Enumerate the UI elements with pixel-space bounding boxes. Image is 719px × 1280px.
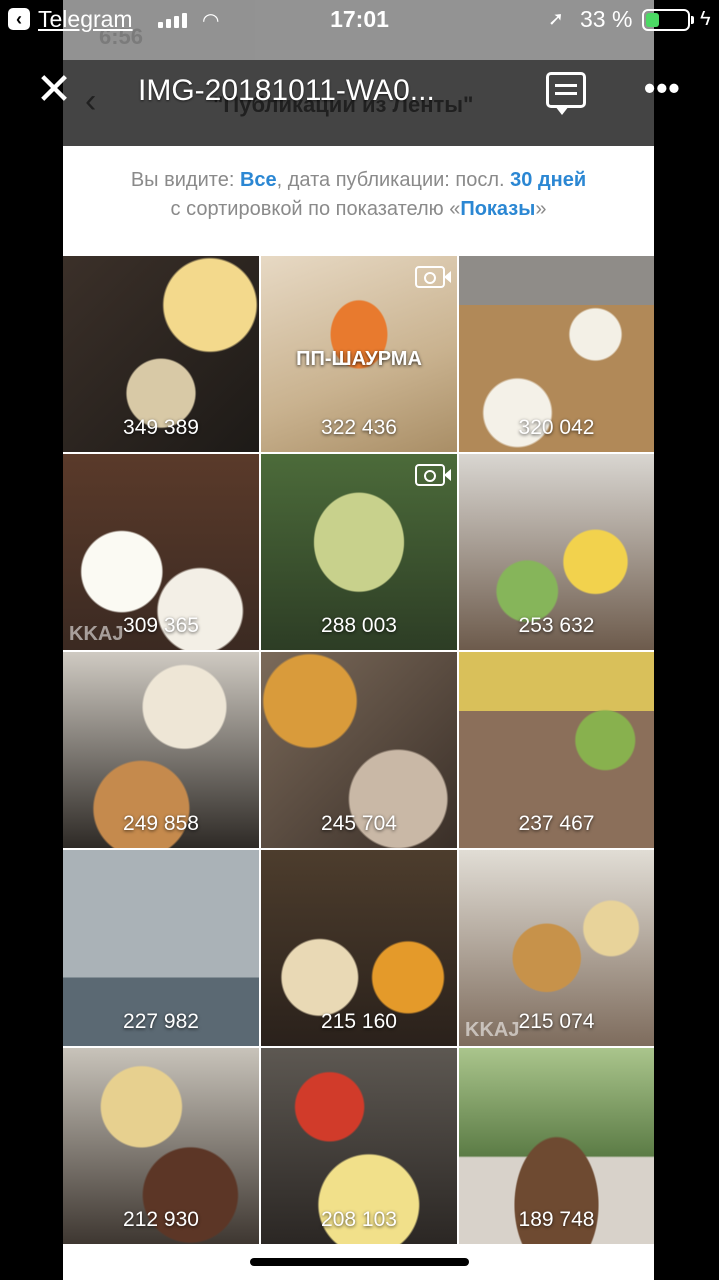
post-impressions: 215 160	[321, 1010, 397, 1033]
post-impressions: 288 003	[321, 614, 397, 637]
filter-info-line2: с сортировкой по показателю «Показы»	[63, 195, 654, 224]
post-impressions: 215 074	[518, 1010, 595, 1033]
post-tile: 237 467	[459, 652, 654, 848]
post-tile: 227 982	[63, 850, 259, 1046]
more-icon[interactable]: •••	[644, 70, 681, 107]
post-impressions: 212 930	[123, 1208, 199, 1231]
post-impressions: 227 982	[123, 1010, 199, 1033]
post-tile: 245 704	[261, 652, 457, 848]
post-impressions: 349 389	[123, 416, 199, 439]
post-overlay-text: ПП-ШАУРМА	[296, 348, 422, 370]
home-indicator[interactable]	[250, 1258, 469, 1266]
post-impressions: 309 365	[123, 614, 199, 637]
share-icon[interactable]	[546, 72, 586, 115]
battery-nub	[691, 16, 694, 24]
battery-icon	[642, 9, 694, 31]
post-impressions: 237 467	[518, 812, 595, 835]
status-bar: ‹ Telegram ◠ 17:01 ➚ 33 % ϟ	[0, 0, 719, 40]
post-tile: 189 748	[459, 1048, 654, 1244]
post-tile: KKAJ 309 365	[63, 454, 259, 650]
post-tile: 215 160	[261, 850, 457, 1046]
info-middle: , дата публикации: посл.	[276, 169, 511, 191]
video-icon	[415, 464, 451, 486]
filter-info-line1: Вы видите: Все, дата публикации: посл. 3…	[63, 166, 654, 195]
post-tile: ПП-ШАУРМА 322 436	[261, 256, 457, 452]
info-line2-prefix: с сортировкой по показателю «	[170, 198, 461, 220]
post-tile: 249 858	[63, 652, 259, 848]
post-impressions: 320 042	[518, 416, 595, 439]
sort-link: Показы	[460, 198, 536, 220]
filter-all-link: Все	[239, 169, 277, 191]
video-icon	[415, 266, 451, 288]
info-line2-suffix: »	[535, 198, 547, 220]
post-tile: 208 103	[261, 1048, 457, 1244]
post-impressions: 253 632	[518, 614, 595, 637]
post-impressions: 245 704	[321, 812, 397, 835]
battery-level	[646, 13, 659, 27]
post-tile: 253 632	[459, 454, 654, 650]
post-tile: 320 042	[459, 256, 654, 452]
location-arrow-icon: ➚	[548, 9, 564, 30]
charging-icon: ϟ	[700, 8, 711, 30]
post-tile: 212 930	[63, 1048, 259, 1244]
period-link: 30 дней	[510, 169, 587, 191]
screen: 6:56 ‹ "Публикации из Ленты" Вы видите: …	[0, 0, 719, 1280]
post-tile: KKAJ 215 074	[459, 850, 654, 1046]
post-impressions: 208 103	[321, 1208, 397, 1231]
viewer-title: IMG-20181011-WA0...	[138, 74, 435, 107]
info-prefix: Вы видите:	[130, 169, 240, 191]
viewed-image[interactable]: 6:56 ‹ "Публикации из Ленты" Вы видите: …	[63, 0, 654, 1280]
close-icon[interactable]: ✕	[34, 68, 74, 112]
share-icon-lines	[555, 84, 577, 87]
post-impressions: 249 858	[123, 812, 199, 835]
post-tile: 288 003	[261, 454, 457, 650]
posts-grid: 349 389 ПП-ШАУРМА 322 436 320 042 KKAJ 309…	[63, 256, 654, 1244]
viewer-header: ✕ IMG-20181011-WA0... •••	[0, 52, 719, 132]
post-impressions: 189 748	[518, 1208, 595, 1231]
post-tile: 349 389	[63, 256, 259, 452]
battery-percent: 33 %	[580, 6, 633, 32]
filter-info: Вы видите: Все, дата публикации: посл. 3…	[63, 166, 654, 224]
post-impressions: 322 436	[321, 416, 397, 439]
